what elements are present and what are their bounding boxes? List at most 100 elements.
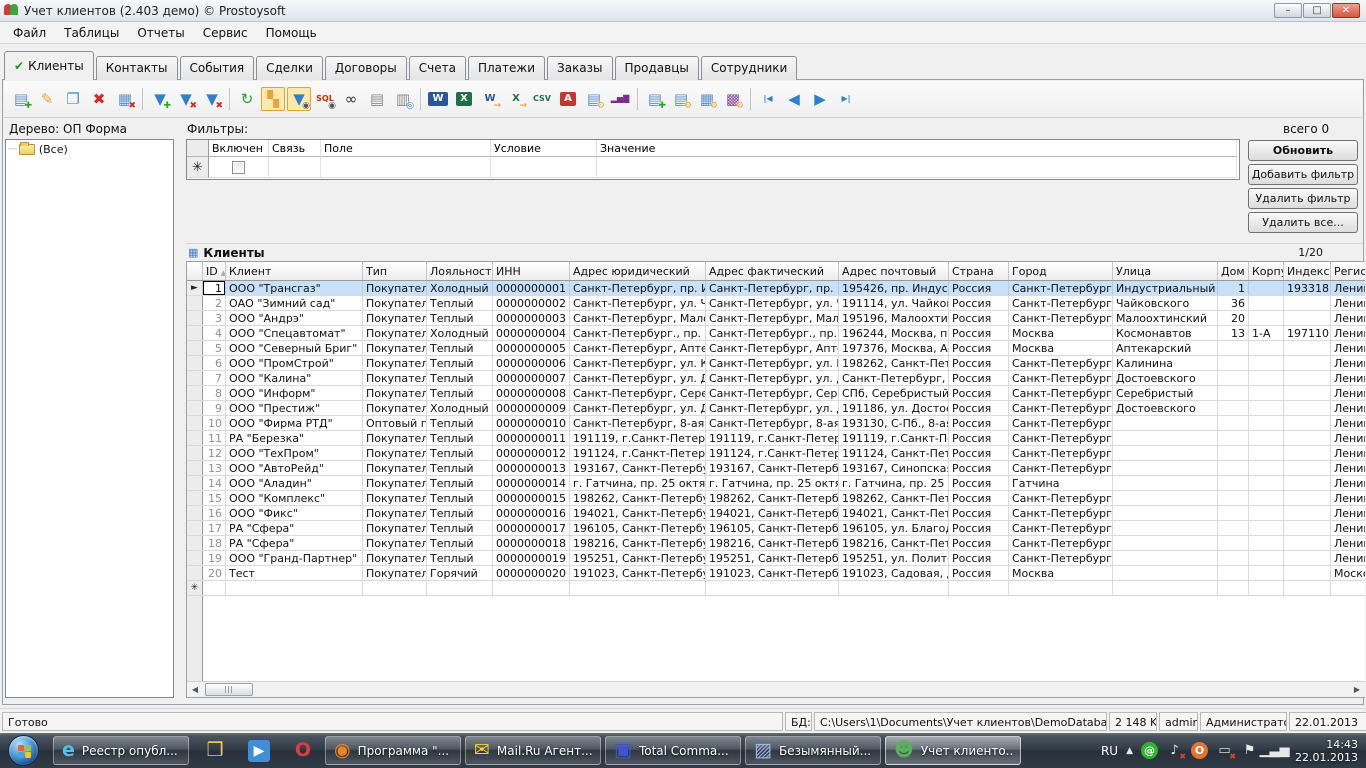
tab-платежи[interactable]: Платежи	[468, 56, 545, 80]
cell[interactable]	[1284, 506, 1331, 520]
column-header-2[interactable]: Клиент	[226, 262, 363, 280]
cell[interactable]: Московская	[1331, 566, 1365, 580]
cell[interactable]	[1249, 386, 1284, 400]
table-row[interactable]: 20ТестПокупательГорячий0000000020191023,…	[187, 566, 1365, 581]
cell[interactable]	[1218, 416, 1249, 430]
cell[interactable]: 198216, Санкт-Петербур	[706, 536, 839, 550]
cell[interactable]: Россия	[949, 551, 1009, 565]
open-in-word-icon[interactable]: W→	[478, 87, 502, 111]
column-header-14[interactable]: Индекс	[1284, 262, 1331, 280]
table-section-icon[interactable]: ▦	[188, 246, 198, 259]
cell[interactable]: 191023, Садовая, д.32	[839, 566, 949, 580]
cell[interactable]: Россия	[949, 311, 1009, 325]
cell[interactable]: 0000000013	[493, 461, 570, 475]
cell[interactable]	[1249, 506, 1284, 520]
taskbar-uchet[interactable]: ☻Учет клиенто...	[885, 736, 1021, 765]
cell[interactable]: 4	[203, 326, 226, 340]
nav-last-icon[interactable]: ▶|	[834, 87, 858, 111]
cell[interactable]: Ленинградская	[1331, 536, 1365, 550]
taskbar-ie[interactable]: eРеестр опубл...	[53, 736, 189, 765]
taskbar-opera[interactable]: O	[281, 735, 325, 766]
record-properties-icon[interactable]: ▤⚙	[669, 87, 693, 111]
cell[interactable]	[1249, 536, 1284, 550]
cell[interactable]: 0000000019	[493, 551, 570, 565]
cell[interactable]: 195251, ул. Политехн	[839, 551, 949, 565]
cell[interactable]	[1284, 566, 1331, 580]
tray-volume-muted-icon[interactable]: ♪✖	[1166, 742, 1183, 759]
cell[interactable]: Санкт-Петербург	[1009, 431, 1113, 445]
column-header-11[interactable]: Улица	[1113, 262, 1218, 280]
cell[interactable]	[1113, 566, 1218, 580]
cell[interactable]: Покупатель	[363, 551, 427, 565]
cell[interactable]	[1218, 401, 1249, 415]
cell[interactable]	[1284, 311, 1331, 325]
cell[interactable]: Россия	[949, 566, 1009, 580]
cell[interactable]: Ленинградская	[1331, 416, 1365, 430]
filters-header-3[interactable]: Поле	[321, 140, 491, 157]
show-hidden-icons-button[interactable]: ▲	[1126, 746, 1133, 756]
add-table-icon[interactable]: ▤✚	[643, 87, 667, 111]
cell[interactable]: Санкт-Петербург	[1009, 551, 1113, 565]
open-in-excel-icon[interactable]: X→	[504, 87, 528, 111]
cell[interactable]: 16	[203, 506, 226, 520]
table-row[interactable]: 16ООО "Фикс"ПокупательТеплый000000001619…	[187, 506, 1365, 521]
cell[interactable]: г. Гатчина, пр. 25 октяб	[706, 476, 839, 490]
cell[interactable]: РА "Сфера"	[226, 536, 363, 550]
tab-сотрудники[interactable]: Сотрудники	[701, 56, 797, 80]
cell[interactable]: ООО "Спецавтомат"	[226, 326, 363, 340]
cell[interactable]: 191124, г.Санкт-Петербур	[570, 446, 706, 460]
cell[interactable]: ОАО "Зимний сад"	[226, 296, 363, 310]
cell[interactable]: Покупатель	[363, 341, 427, 355]
cell[interactable]: Покупатель	[363, 386, 427, 400]
cell[interactable]: 191124, г.Санкт-Петерб	[706, 446, 839, 460]
cell[interactable]: Теплый	[427, 416, 493, 430]
column-header-10[interactable]: Город	[1009, 262, 1113, 280]
table-row[interactable]: 3ООО "Андрэ"ПокупательТеплый0000000003Са…	[187, 311, 1365, 326]
cell[interactable]: 191119, г.Санкт-Пете	[839, 431, 949, 445]
cell[interactable]: Холодный	[427, 401, 493, 415]
refresh-icon[interactable]: ↻	[235, 87, 259, 111]
cell[interactable]: Покупатель	[363, 401, 427, 415]
cell[interactable]: Санкт-Петербург	[1009, 311, 1113, 325]
cell[interactable]: Россия	[949, 446, 1009, 460]
cell[interactable]: 1	[1218, 281, 1249, 295]
tray-opera-icon[interactable]: O	[1191, 742, 1208, 759]
filters-header-2[interactable]: Связь	[269, 140, 321, 157]
cell[interactable]: Аптекарский	[1113, 341, 1218, 355]
cell[interactable]: 0000000009	[493, 401, 570, 415]
cell[interactable]: 191023, Санкт-Петербург,	[570, 566, 706, 580]
cell[interactable]: 15	[203, 491, 226, 505]
cell[interactable]: Покупатель	[363, 536, 427, 550]
cell[interactable]: Покупатель	[363, 461, 427, 475]
cell[interactable]	[1284, 356, 1331, 370]
tab-контакты[interactable]: Контакты	[96, 56, 178, 80]
refresh-button[interactable]: Обновить	[1248, 140, 1358, 161]
cell[interactable]	[1284, 371, 1331, 385]
cell[interactable]: Санкт-Петербург	[1009, 461, 1113, 475]
cell[interactable]: 13	[203, 461, 226, 475]
cell[interactable]: 1	[203, 281, 226, 295]
table-row[interactable]: 10ООО "Фирма РТД"Оптовый покТеплый000000…	[187, 416, 1365, 431]
cell[interactable]: Россия	[949, 521, 1009, 535]
cell[interactable]: 198262, Санкт-Петербур	[706, 491, 839, 505]
preview-icon[interactable]: ▥◎	[391, 87, 415, 111]
tab-клиенты[interactable]: ✔Клиенты	[4, 51, 94, 80]
cell[interactable]: Теплый	[427, 536, 493, 550]
cell[interactable]: ООО "Фирма РТД"	[226, 416, 363, 430]
cell[interactable]: Москва	[1009, 326, 1113, 340]
cell[interactable]	[1218, 551, 1249, 565]
cell[interactable]	[1218, 506, 1249, 520]
column-header-7[interactable]: Адрес фактический	[706, 262, 839, 280]
table-row[interactable]: 13ООО "АвтоРейд"ПокупательТеплый00000000…	[187, 461, 1365, 476]
cell[interactable]: 0000000004	[493, 326, 570, 340]
cell[interactable]: Санкт-Петербург, 8-ая С	[706, 416, 839, 430]
cell[interactable]: Санкт-Петербург, ул. Дост	[570, 371, 706, 385]
cell[interactable]	[1113, 461, 1218, 475]
taskbar-explorer[interactable]: ❒	[193, 735, 237, 766]
cell[interactable]: Покупатель	[363, 566, 427, 580]
cell[interactable]	[1249, 311, 1284, 325]
column-header-4[interactable]: Лояльность	[427, 262, 493, 280]
cell[interactable]	[1218, 461, 1249, 475]
cell[interactable]: Теплый	[427, 356, 493, 370]
cell[interactable]: 195251, Санкт-Петербур	[706, 551, 839, 565]
